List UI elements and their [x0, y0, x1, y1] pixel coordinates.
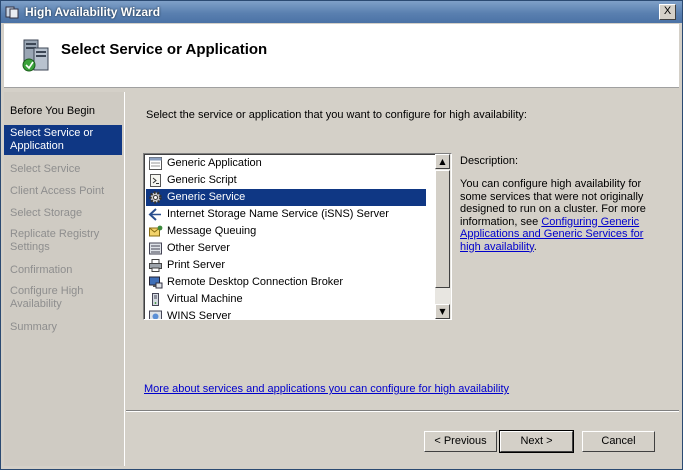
- description-text: You can configure high availability for …: [460, 178, 660, 253]
- description-label: Description:: [460, 155, 519, 167]
- list-item-label: Generic Service: [167, 191, 246, 203]
- cancel-button[interactable]: Cancel: [582, 431, 655, 452]
- wizard-window: High Availability Wizard X Select Servic…: [0, 0, 683, 470]
- script-icon: [150, 174, 161, 187]
- scroll-up-button[interactable]: ▲: [435, 154, 450, 169]
- step-select-service-or-application[interactable]: Select Service or Application: [4, 125, 122, 155]
- step-select-storage: Select Storage: [10, 207, 83, 219]
- list-item[interactable]: WINS Server: [146, 308, 426, 320]
- server-icon: [149, 242, 162, 255]
- list-item[interactable]: Message Queuing: [146, 223, 426, 240]
- list-item[interactable]: Internet Storage Name Service (iSNS) Ser…: [146, 206, 426, 223]
- cluster-wizard-icon: [22, 39, 49, 72]
- list-item-label: Internet Storage Name Service (iSNS) Ser…: [167, 208, 389, 220]
- instruction-text: Select the service or application that y…: [146, 109, 527, 121]
- service-list[interactable]: Generic Application Generic Script Gener…: [143, 153, 452, 320]
- list-item-selected[interactable]: Generic Service: [146, 189, 426, 206]
- list-item-label: Generic Application: [167, 157, 262, 169]
- list-item-label: Print Server: [167, 259, 226, 271]
- scroll-down-button[interactable]: ▼: [435, 304, 450, 319]
- description-suffix: .: [533, 240, 537, 253]
- step-before-you-begin[interactable]: Before You Begin: [4, 105, 122, 118]
- step-replicate-registry-settings: Replicate Registry Settings: [10, 228, 100, 253]
- step-summary: Summary: [10, 321, 58, 333]
- list-item-label: Remote Desktop Connection Broker: [167, 276, 344, 288]
- step-select-service: Select Service: [10, 163, 81, 175]
- list-scrollbar[interactable]: ▲ ▼: [435, 154, 451, 319]
- isns-arrows-icon: [148, 208, 161, 221]
- list-item[interactable]: Print Server: [146, 257, 426, 274]
- wizard-content: Select the service or application that y…: [126, 92, 679, 466]
- step-configure-high-availability: Configure High Availability: [10, 285, 84, 310]
- footer-divider: [126, 410, 679, 412]
- previous-button[interactable]: < Previous: [424, 431, 497, 452]
- list-item-label: Virtual Machine: [167, 293, 243, 305]
- gear-icon: [149, 191, 162, 204]
- list-item-label: Message Queuing: [167, 225, 257, 237]
- wizard-header: Select Service or Application: [4, 24, 679, 88]
- next-button[interactable]: Next >: [499, 430, 574, 453]
- list-item-label: WINS Server: [167, 310, 232, 320]
- application-window-icon: [149, 157, 162, 170]
- printer-icon: [149, 259, 162, 272]
- scroll-thumb[interactable]: [435, 170, 450, 288]
- list-item-label: Generic Script: [167, 174, 237, 186]
- title-bar[interactable]: High Availability Wizard X: [1, 1, 682, 23]
- page-title: Select Service or Application: [61, 41, 268, 58]
- wizard-app-icon: [5, 6, 19, 19]
- step-client-access-point: Client Access Point: [10, 185, 105, 197]
- list-item[interactable]: Generic Application: [146, 155, 426, 172]
- list-item-label: Other Server: [167, 242, 230, 254]
- list-item[interactable]: Generic Script: [146, 172, 426, 189]
- message-envelope-icon: [149, 225, 163, 237]
- virtual-machine-icon: [152, 293, 159, 306]
- wizard-steps-sidebar: Before You Begin Select Service or Appli…: [4, 92, 125, 466]
- close-button[interactable]: X: [659, 4, 676, 20]
- window-title: High Availability Wizard: [25, 5, 161, 19]
- list-item[interactable]: Other Server: [146, 240, 426, 257]
- wins-server-icon: [149, 310, 162, 319]
- list-item[interactable]: Remote Desktop Connection Broker: [146, 274, 426, 291]
- more-info-link[interactable]: More about services and applications you…: [144, 383, 509, 395]
- remote-desktop-icon: [149, 276, 163, 289]
- list-item[interactable]: Virtual Machine: [146, 291, 426, 308]
- step-confirmation: Confirmation: [10, 264, 73, 276]
